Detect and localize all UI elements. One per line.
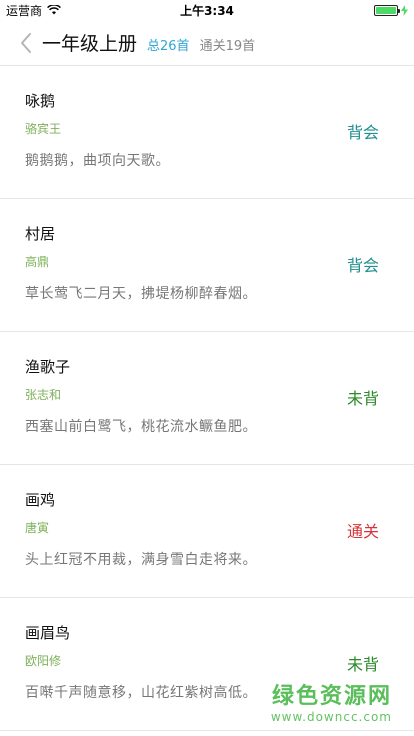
wifi-icon (47, 5, 61, 15)
poem-title: 画眉鸟 (25, 624, 71, 642)
poem-status-button[interactable]: 背会 (347, 119, 379, 143)
poem-first-line: 百啭千声随意移，山花红紫树高低。 (25, 685, 257, 701)
status-left: 运营商 (0, 2, 61, 19)
poem-author: 张志和 (25, 388, 62, 402)
poem-first-line: 草长莺飞二月天，拂堤杨柳醉春烟。 (25, 286, 257, 302)
poem-author: 唐寅 (25, 521, 50, 535)
status-time: 上午3:34 (180, 3, 234, 18)
poem-status-button[interactable]: 背会 (347, 252, 379, 276)
back-button[interactable] (16, 28, 36, 58)
nav-bar: 一年级上册 总26首 通关19首 (0, 20, 414, 66)
poem-list: 咏鹅 骆宾王 鹅鹅鹅，曲项向天歌。 背会 村居 高鼎 草长莺飞二月天，拂堤杨柳醉… (0, 66, 414, 731)
status-bar: 运营商 上午3:34 (0, 0, 414, 20)
total-count: 总26首 (147, 38, 190, 54)
poem-item[interactable]: 村居 高鼎 草长莺飞二月天，拂堤杨柳醉春烟。 背会 (0, 199, 414, 332)
poem-author: 骆宾王 (25, 122, 62, 136)
battery-fill (376, 6, 396, 14)
poem-title: 村居 (25, 225, 56, 243)
poem-status-button[interactable]: 通关 (347, 518, 379, 542)
poem-item[interactable]: 咏鹅 骆宾王 鹅鹅鹅，曲项向天歌。 背会 (0, 66, 414, 199)
charging-icon (401, 4, 408, 16)
chevron-left-icon (21, 32, 31, 53)
page-title: 一年级上册 (42, 33, 138, 55)
poem-first-line: 鹅鹅鹅，曲项向天歌。 (25, 153, 170, 169)
status-right (374, 4, 408, 16)
poem-first-line: 头上红冠不用裁，满身雪白走将来。 (25, 552, 257, 568)
poem-title: 渔歌子 (25, 358, 71, 376)
poem-author: 欧阳修 (25, 654, 62, 668)
passed-count: 通关19首 (199, 38, 256, 54)
battery-icon (374, 4, 400, 16)
poem-item[interactable]: 渔歌子 张志和 西塞山前白鹭飞，桃花流水鳜鱼肥。 未背 (0, 332, 414, 465)
poem-author: 高鼎 (25, 255, 50, 269)
poem-status-button[interactable]: 未背 (347, 385, 379, 409)
poem-item[interactable]: 画眉鸟 欧阳修 百啭千声随意移，山花红紫树高低。 未背 (0, 598, 414, 731)
poem-status-button[interactable]: 未背 (347, 651, 379, 675)
poem-item[interactable]: 画鸡 唐寅 头上红冠不用裁，满身雪白走将来。 通关 (0, 465, 414, 598)
poem-title: 画鸡 (25, 491, 56, 509)
poem-first-line: 西塞山前白鹭飞，桃花流水鳜鱼肥。 (25, 419, 257, 435)
poem-title: 咏鹅 (25, 92, 56, 110)
carrier-label: 运营商 (6, 3, 43, 18)
